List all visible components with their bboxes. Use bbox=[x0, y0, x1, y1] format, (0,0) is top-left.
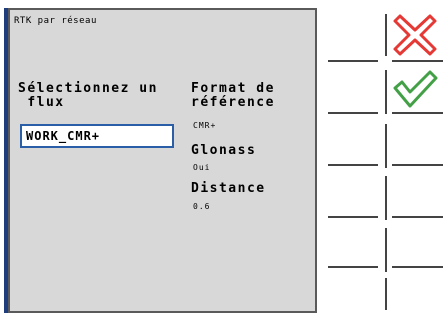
divider bbox=[392, 216, 443, 218]
divider bbox=[385, 14, 387, 56]
divider bbox=[392, 164, 443, 166]
divider bbox=[328, 266, 378, 268]
glonass-value: Oui bbox=[193, 163, 211, 172]
distance-label: Distance bbox=[191, 181, 266, 196]
screen: RTK par réseau Sélectionnez un flux Form… bbox=[0, 0, 443, 323]
divider bbox=[328, 216, 378, 218]
divider bbox=[392, 60, 443, 62]
flux-input[interactable] bbox=[20, 124, 174, 148]
rtk-network-dialog: RTK par réseau Sélectionnez un flux Form… bbox=[8, 8, 317, 313]
divider bbox=[385, 124, 387, 168]
divider bbox=[385, 278, 387, 310]
confirm-button[interactable] bbox=[390, 64, 440, 114]
divider bbox=[385, 228, 387, 272]
divider bbox=[328, 164, 378, 166]
dialog-title: RTK par réseau bbox=[14, 16, 97, 26]
format-reference-value: CMR+ bbox=[193, 121, 217, 130]
glonass-label: Glonass bbox=[191, 143, 257, 158]
distance-value: 0.6 bbox=[193, 202, 211, 211]
checkmark-icon bbox=[393, 70, 438, 108]
select-flux-label: Sélectionnez un flux bbox=[18, 81, 158, 110]
divider bbox=[385, 176, 387, 220]
cancel-button[interactable] bbox=[390, 10, 440, 60]
divider bbox=[392, 266, 443, 268]
divider bbox=[328, 112, 378, 114]
divider bbox=[385, 70, 387, 114]
format-reference-label: Format de référence bbox=[191, 81, 275, 110]
close-icon bbox=[393, 14, 437, 56]
divider bbox=[328, 60, 378, 62]
softkey-bar bbox=[328, 8, 443, 313]
